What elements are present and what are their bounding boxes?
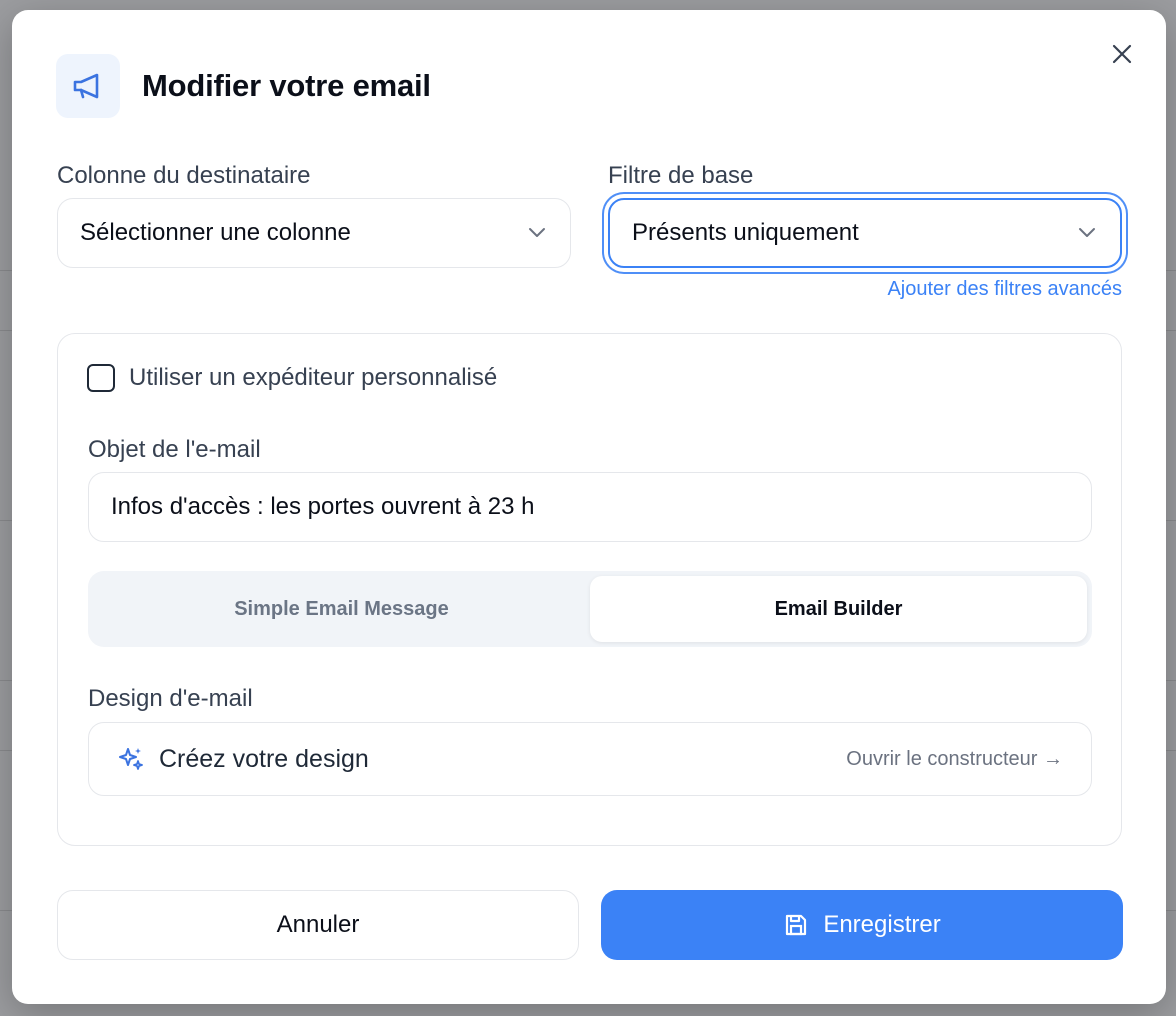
email-design-label: Design d'e-mail [88, 685, 253, 712]
close-button[interactable] [1108, 40, 1136, 68]
close-icon [1112, 44, 1132, 64]
header-icon-box [56, 54, 120, 118]
recipient-column-label: Colonne du destinataire [57, 162, 311, 189]
tab-email-builder[interactable]: Email Builder [590, 576, 1087, 642]
email-mode-tabs: Simple Email Message Email Builder [88, 571, 1092, 647]
page-title: Modifier votre email [142, 68, 431, 103]
save-button-label: Enregistrer [823, 911, 941, 938]
custom-sender-row: Utiliser un expéditeur personnalisé [87, 364, 497, 392]
floppy-disk-icon [786, 914, 807, 936]
custom-sender-checkbox[interactable] [87, 364, 115, 392]
base-filter-label: Filtre de base [608, 162, 754, 189]
tab-simple-email-message[interactable]: Simple Email Message [93, 576, 590, 642]
save-button[interactable]: Enregistrer [601, 890, 1123, 960]
custom-sender-label: Utiliser un expéditeur personnalisé [129, 364, 498, 391]
subject-input[interactable] [88, 472, 1092, 542]
edit-email-modal: Modifier votre email Colonne du destinat… [12, 10, 1166, 1004]
modal-header: Modifier votre email [56, 54, 431, 118]
chevron-down-icon [1079, 228, 1095, 237]
create-design-text: Créez votre design [159, 744, 369, 773]
base-filter-select[interactable]: Présents uniquement [608, 198, 1122, 268]
create-design-button[interactable]: Créez votre design Ouvrir le constructeu… [88, 722, 1092, 796]
open-builder-link[interactable]: Ouvrir le constructeur → [846, 748, 1063, 771]
cancel-button[interactable]: Annuler [57, 890, 579, 960]
chevron-down-icon [529, 228, 545, 237]
base-filter-value: Présents uniquement [632, 219, 859, 246]
subject-label: Objet de l'e-mail [88, 436, 261, 463]
email-settings-panel: Utiliser un expéditeur personnalisé Obje… [57, 333, 1122, 846]
megaphone-icon [73, 73, 99, 99]
sparkles-icon [119, 748, 143, 770]
add-advanced-filters-link[interactable]: Ajouter des filtres avancés [887, 278, 1122, 301]
recipient-column-select[interactable]: Sélectionner une colonne [57, 198, 571, 268]
cancel-button-label: Annuler [276, 911, 360, 938]
recipient-column-value: Sélectionner une colonne [80, 219, 351, 246]
create-design-left: Créez votre design [117, 745, 369, 774]
